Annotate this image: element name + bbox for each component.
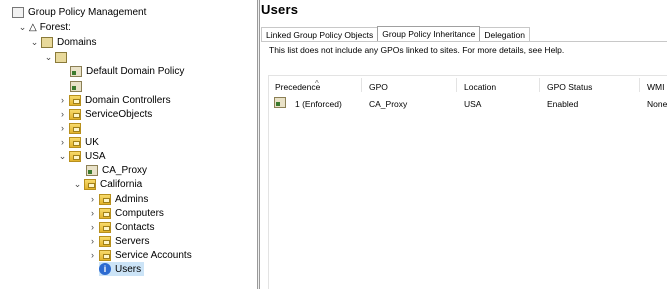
cell-precedence: 1 (Enforced) bbox=[295, 99, 342, 109]
chevron-down-icon[interactable]: ⌄ bbox=[58, 151, 67, 162]
gpo-link-icon bbox=[86, 164, 98, 176]
tree-admins-label: Admins bbox=[115, 193, 149, 205]
tree-uk[interactable]: › UK bbox=[58, 135, 99, 149]
tab-divider bbox=[261, 41, 667, 42]
tree-california[interactable]: ⌄ California bbox=[73, 177, 142, 191]
ou-icon bbox=[99, 249, 111, 261]
tree-root-label: Group Policy Management bbox=[28, 6, 147, 18]
tree-servers[interactable]: › Servers bbox=[88, 234, 149, 248]
chevron-right-icon[interactable]: › bbox=[88, 222, 97, 232]
gpo-link-icon bbox=[70, 65, 82, 77]
tree-california-label: California bbox=[100, 178, 143, 190]
tab-linked-gpos[interactable]: Linked Group Policy Objects bbox=[261, 27, 379, 42]
tree-default-policy-label: Default Domain Policy bbox=[86, 65, 185, 77]
tab-strip: Linked Group Policy Objects Group Policy… bbox=[261, 26, 530, 42]
column-header-gpo-status[interactable]: GPO Status bbox=[547, 82, 592, 92]
details-pane: Users Linked Group Policy Objects Group … bbox=[261, 0, 667, 289]
gpmc-icon bbox=[12, 6, 24, 18]
chevron-right-icon[interactable]: › bbox=[58, 95, 67, 105]
info-note: This list does not include any GPOs link… bbox=[269, 45, 565, 55]
tree-contacts[interactable]: › Contacts bbox=[88, 220, 154, 234]
chevron-right-icon[interactable]: › bbox=[88, 250, 97, 260]
tree-service-objects[interactable]: › ServiceObjects bbox=[58, 107, 152, 121]
column-divider[interactable] bbox=[361, 78, 362, 92]
cell-status: Enabled bbox=[547, 99, 579, 109]
ou-icon bbox=[69, 136, 81, 148]
ou-icon bbox=[69, 94, 81, 106]
cell-wmi: None bbox=[647, 99, 667, 109]
tree-service-accounts-label: Service Accounts bbox=[115, 249, 192, 261]
tree-forest-label: Forest: bbox=[39, 21, 71, 33]
tree-ca-proxy[interactable]: CA_Proxy bbox=[86, 163, 147, 177]
tab-delegation[interactable]: Delegation bbox=[479, 27, 530, 42]
chevron-down-icon[interactable]: ⌄ bbox=[44, 52, 53, 63]
tree-ca-proxy-label: CA_Proxy bbox=[102, 164, 148, 176]
forest-icon: △ bbox=[29, 21, 37, 33]
ou-icon bbox=[99, 235, 111, 247]
column-header-gpo[interactable]: GPO bbox=[369, 82, 388, 92]
tree-forest[interactable]: ⌄ △ Forest: bbox=[18, 20, 71, 34]
tree-domain-controllers[interactable]: › Domain Controllers bbox=[58, 93, 171, 107]
tree-unnamed-item[interactable] bbox=[70, 79, 86, 93]
tree-computers[interactable]: › Computers bbox=[88, 206, 164, 220]
pane-splitter[interactable] bbox=[257, 0, 260, 289]
chevron-right-icon[interactable]: › bbox=[58, 137, 67, 147]
sort-ascending-icon: ^ bbox=[315, 79, 319, 88]
tree-service-accounts[interactable]: › Service Accounts bbox=[88, 248, 192, 262]
tree-default-policy[interactable]: Default Domain Policy bbox=[70, 64, 184, 78]
chevron-right-icon[interactable]: › bbox=[88, 208, 97, 218]
tab-gp-inheritance[interactable]: Group Policy Inheritance bbox=[377, 26, 481, 41]
tree-users[interactable]: i Users bbox=[99, 262, 145, 276]
tree-usa[interactable]: ⌄ USA bbox=[58, 149, 106, 163]
domains-icon bbox=[41, 36, 53, 48]
tree-service-objects-label: ServiceObjects bbox=[85, 108, 153, 120]
chevron-down-icon[interactable]: ⌄ bbox=[18, 22, 27, 33]
ou-icon bbox=[69, 122, 81, 134]
tree-domain[interactable]: ⌄ bbox=[44, 50, 71, 64]
ou-icon bbox=[84, 178, 96, 190]
tree-domains-label: Domains bbox=[57, 36, 97, 48]
tree-servers-label: Servers bbox=[115, 235, 150, 247]
info-icon: i bbox=[99, 263, 111, 275]
column-divider[interactable] bbox=[456, 78, 457, 92]
gpo-link-icon bbox=[70, 80, 82, 92]
ou-icon bbox=[69, 150, 81, 162]
column-header-wmi[interactable]: WMI bbox=[647, 82, 664, 92]
tree-root[interactable]: Group Policy Management bbox=[12, 5, 146, 19]
column-divider[interactable] bbox=[639, 78, 640, 92]
tree-admins[interactable]: › Admins bbox=[88, 192, 148, 206]
tree-domain-controllers-label: Domain Controllers bbox=[85, 94, 171, 106]
gpo-link-icon bbox=[274, 97, 290, 109]
chevron-down-icon[interactable]: ⌄ bbox=[73, 179, 82, 190]
inheritance-table: ^ Precedence GPO Location GPO Status WMI… bbox=[268, 75, 667, 289]
ou-icon bbox=[99, 221, 111, 233]
column-header-location[interactable]: Location bbox=[464, 82, 496, 92]
console-tree: Group Policy Management ⌄ △ Forest: ⌄ Do… bbox=[0, 0, 255, 289]
cell-location: USA bbox=[464, 99, 482, 109]
chevron-right-icon[interactable]: › bbox=[58, 109, 67, 119]
chevron-right-icon[interactable]: › bbox=[88, 236, 97, 246]
ou-icon bbox=[99, 193, 111, 205]
tree-domains[interactable]: ⌄ Domains bbox=[30, 35, 96, 49]
tree-uk-label: UK bbox=[85, 136, 99, 148]
column-header-precedence[interactable]: ^ Precedence bbox=[275, 79, 321, 92]
column-divider[interactable] bbox=[539, 78, 540, 92]
tree-usa-label: USA bbox=[85, 150, 106, 162]
cell-gpo: CA_Proxy bbox=[369, 99, 408, 109]
page-title: Users bbox=[261, 2, 299, 17]
chevron-down-icon[interactable]: ⌄ bbox=[30, 37, 39, 48]
ou-icon bbox=[69, 108, 81, 120]
tree-computers-label: Computers bbox=[115, 207, 164, 219]
chevron-right-icon[interactable]: › bbox=[88, 194, 97, 204]
ou-icon bbox=[99, 207, 111, 219]
column-header-label: Precedence bbox=[275, 82, 321, 92]
tree-contacts-label: Contacts bbox=[115, 221, 155, 233]
domain-icon bbox=[55, 51, 67, 63]
tree-blank-ou[interactable]: › bbox=[58, 121, 85, 135]
chevron-right-icon[interactable]: › bbox=[58, 123, 67, 133]
tree-users-label: Users bbox=[115, 263, 142, 275]
